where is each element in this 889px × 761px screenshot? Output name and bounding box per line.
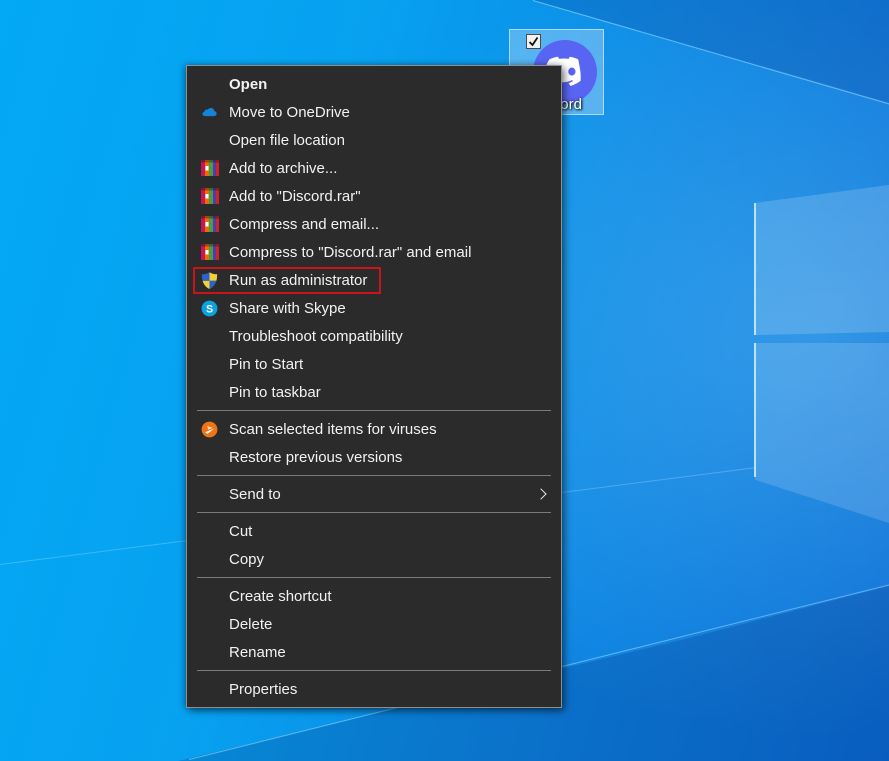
svg-text:S: S: [206, 303, 213, 315]
winrar-icon: [200, 243, 219, 262]
menu-item-label: Open file location: [229, 132, 345, 149]
uac-shield-icon: [200, 271, 219, 290]
menu-item-restore-previous-versions[interactable]: Restore previous versions: [187, 443, 561, 471]
menu-item-label: Share with Skype: [229, 300, 346, 317]
icon-placeholder: [200, 643, 219, 662]
menu-item-label: Send to: [229, 486, 281, 503]
icon-placeholder: [200, 448, 219, 467]
icon-selection-checkbox[interactable]: [526, 34, 541, 49]
menu-item-label: Properties: [229, 681, 297, 698]
menu-item-run-as-administrator[interactable]: Run as administrator: [187, 266, 561, 294]
menu-item-label: Move to OneDrive: [229, 104, 350, 121]
menu-item-send-to[interactable]: Send to: [187, 480, 561, 508]
context-menu: Open Move to OneDrive Open file location Ad…: [186, 65, 562, 708]
menu-item-rename[interactable]: Rename: [187, 638, 561, 666]
windows-logo-pane-bottom: [755, 343, 889, 523]
menu-item-open[interactable]: Open: [187, 70, 561, 98]
menu-item-compress-and-email[interactable]: Compress and email...: [187, 210, 561, 238]
icon-placeholder: [200, 383, 219, 402]
menu-separator: [197, 410, 551, 411]
windows-logo-pane-top: [755, 185, 889, 335]
menu-item-share-with-skype[interactable]: S Share with Skype: [187, 294, 561, 322]
menu-item-delete[interactable]: Delete: [187, 610, 561, 638]
menu-item-label: Compress to "Discord.rar" and email: [229, 244, 471, 261]
menu-item-label: Rename: [229, 644, 286, 661]
menu-item-label: Copy: [229, 551, 264, 568]
menu-item-label: Open: [229, 76, 267, 93]
menu-item-pin-to-start[interactable]: Pin to Start: [187, 350, 561, 378]
menu-separator: [197, 512, 551, 513]
menu-item-move-to-onedrive[interactable]: Move to OneDrive: [187, 98, 561, 126]
menu-item-compress-to-discord-rar-and-email[interactable]: Compress to "Discord.rar" and email: [187, 238, 561, 266]
icon-placeholder: [200, 327, 219, 346]
winrar-icon: [200, 187, 219, 206]
menu-item-add-to-archive[interactable]: Add to archive...: [187, 154, 561, 182]
icon-placeholder: [200, 587, 219, 606]
menu-item-label: Delete: [229, 616, 272, 633]
menu-item-label: Run as administrator: [229, 272, 367, 289]
menu-item-label: Cut: [229, 523, 252, 540]
icon-placeholder: [200, 355, 219, 374]
menu-item-cut[interactable]: Cut: [187, 517, 561, 545]
menu-separator: [197, 475, 551, 476]
skype-icon: S: [200, 299, 219, 318]
windows-logo-edge: [754, 343, 756, 477]
winrar-icon: [200, 215, 219, 234]
icon-placeholder: [200, 550, 219, 569]
menu-separator: [197, 670, 551, 671]
menu-item-label: Create shortcut: [229, 588, 332, 605]
menu-item-copy[interactable]: Copy: [187, 545, 561, 573]
menu-item-properties[interactable]: Properties: [187, 675, 561, 703]
icon-placeholder: [200, 485, 219, 504]
menu-item-scan-selected-items-for-viruses[interactable]: Scan selected items for viruses: [187, 415, 561, 443]
menu-item-label: Pin to Start: [229, 356, 303, 373]
onedrive-icon: [200, 103, 219, 122]
menu-item-label: Restore previous versions: [229, 449, 402, 466]
menu-item-add-to-discord-rar[interactable]: Add to "Discord.rar": [187, 182, 561, 210]
context-menu-items: Open Move to OneDrive Open file location Ad…: [187, 70, 561, 703]
submenu-chevron-icon: [535, 488, 546, 499]
desktop-background: Discord OpenMove to OneDriveOpen file lo…: [0, 0, 889, 761]
menu-item-pin-to-taskbar[interactable]: Pin to taskbar: [187, 378, 561, 406]
menu-item-label: Add to archive...: [229, 160, 337, 177]
menu-item-label: Add to "Discord.rar": [229, 188, 361, 205]
winrar-icon: [200, 159, 219, 178]
menu-item-label: Troubleshoot compatibility: [229, 328, 403, 345]
icon-placeholder: [200, 522, 219, 541]
icon-placeholder: [200, 131, 219, 150]
menu-item-label: Scan selected items for viruses: [229, 421, 437, 438]
windows-logo-wallpaper: [755, 185, 889, 485]
checkmark-icon: [527, 35, 540, 48]
windows-logo-edge: [754, 203, 756, 335]
menu-item-create-shortcut[interactable]: Create shortcut: [187, 582, 561, 610]
menu-item-troubleshoot-compatibility[interactable]: Troubleshoot compatibility: [187, 322, 561, 350]
icon-placeholder: [200, 615, 219, 634]
menu-item-label: Compress and email...: [229, 216, 379, 233]
menu-item-label: Pin to taskbar: [229, 384, 321, 401]
avast-icon: [200, 420, 219, 439]
icon-placeholder: [200, 680, 219, 699]
icon-placeholder: [200, 75, 219, 94]
menu-item-open-file-location[interactable]: Open file location: [187, 126, 561, 154]
menu-separator: [197, 577, 551, 578]
